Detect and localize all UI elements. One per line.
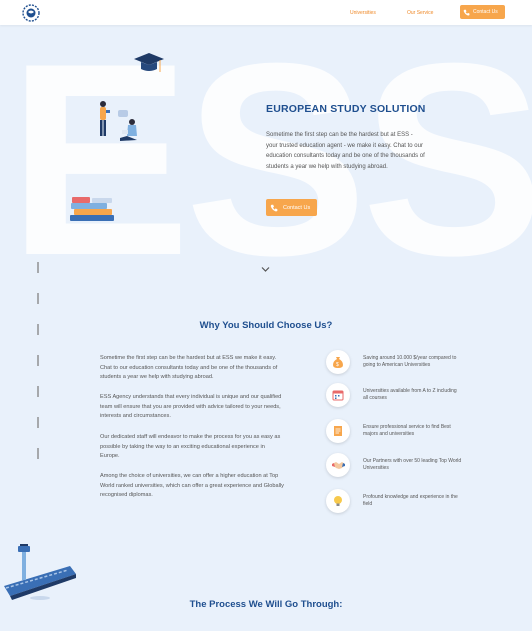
- feature-item: $ Saving around 10.000 $/year compared t…: [326, 349, 466, 375]
- phone-icon: [463, 9, 470, 15]
- chevron-down-icon[interactable]: [261, 266, 270, 273]
- feature-text: Saving around 10.000 $/year compared to …: [363, 355, 457, 368]
- svg-text:$: $: [336, 362, 339, 368]
- feature-item: Ensure professional service to find Best…: [326, 418, 466, 444]
- calendar-icon: [326, 383, 350, 407]
- why-choose-us-title: Why You Should Choose Us?: [199, 320, 333, 331]
- hero-contact-label: Contact Us: [283, 204, 311, 211]
- books-stack-illustration: [70, 197, 114, 221]
- students-chatting-illustration: [100, 101, 137, 141]
- graduation-cap-icon: [134, 53, 164, 72]
- why-paragraph: Sometime the first step can be the harde…: [100, 355, 278, 380]
- header-contact-label: Contact Us: [473, 9, 498, 15]
- header-contact-button[interactable]: Contact Us: [460, 5, 505, 19]
- feature-text: Profound knowledge and experience in the…: [363, 494, 458, 507]
- hero-title: EUROPEAN STUDY SOLUTION: [266, 103, 426, 115]
- hero-description: Sometime the first step can be the harde…: [266, 132, 425, 170]
- why-paragraph: Among the choice of universities, we can…: [100, 473, 284, 498]
- process-title: The Process We Will Go Through:: [189, 599, 343, 610]
- nav-our-service[interactable]: Our Service: [407, 10, 433, 16]
- why-paragraph: ESS Agency understands that every indivi…: [100, 394, 282, 419]
- feature-text: Universities available from A to Z inclu…: [363, 388, 457, 401]
- feature-text: Ensure professional service to find Best…: [363, 424, 451, 437]
- lightbulb-icon: [326, 489, 350, 513]
- feature-item: Universities available from A to Z inclu…: [326, 382, 466, 408]
- document-icon: [326, 419, 350, 443]
- feature-item: Our Partners with over 50 leading Top Wo…: [326, 452, 466, 478]
- nav-universities[interactable]: Universities: [350, 10, 376, 16]
- top-navbar: Universities Our Service Contact Us: [0, 0, 532, 25]
- globe-logo-icon[interactable]: [20, 2, 42, 24]
- phone-icon: [270, 204, 278, 211]
- airport-illustration: [4, 544, 76, 600]
- feature-text: Our Partners with over 50 leading Top Wo…: [363, 458, 462, 471]
- timeline-dashes: [37, 262, 39, 462]
- hero-contact-button[interactable]: Contact Us: [266, 199, 317, 216]
- why-paragraph: Our dedicated staff will endeavor to mak…: [100, 434, 281, 459]
- feature-item: Profound knowledge and experience in the…: [326, 488, 466, 514]
- money-bag-icon: $: [326, 350, 350, 374]
- handshake-icon: [326, 453, 350, 477]
